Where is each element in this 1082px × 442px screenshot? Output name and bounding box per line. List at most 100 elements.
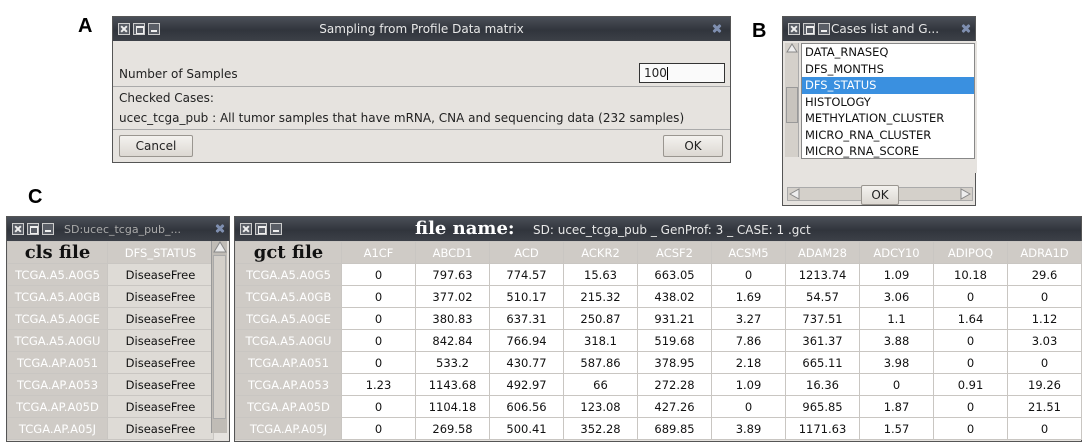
- table-cell[interactable]: 15.63: [563, 263, 638, 286]
- table-cell[interactable]: 66: [563, 373, 638, 396]
- column-header[interactable]: ADRA1D: [1007, 241, 1082, 264]
- pin-icon[interactable]: [959, 21, 973, 35]
- table-cell[interactable]: DiseaseFree: [107, 285, 214, 308]
- table-cell[interactable]: 0: [933, 395, 1008, 418]
- table-row[interactable]: TCGA.A5.A0G5 DiseaseFree: [7, 263, 214, 286]
- column-header[interactable]: ADAM28: [785, 241, 860, 264]
- cancel-button[interactable]: Cancel: [119, 135, 193, 157]
- table-row[interactable]: TCGA.A5.A0GB DiseaseFree: [7, 285, 214, 308]
- table-cell[interactable]: 1.87: [859, 395, 934, 418]
- table-cell[interactable]: 0: [933, 417, 1008, 440]
- table-cell[interactable]: 0: [341, 329, 416, 352]
- list-item[interactable]: MICRO_RNA_SCORE: [802, 143, 974, 160]
- table-row[interactable]: TCGA.AP.A05J DiseaseFree: [7, 417, 214, 440]
- table-row[interactable]: TCGA.A5.A0GU DiseaseFree: [7, 329, 214, 352]
- table-cell[interactable]: 3.89: [711, 417, 786, 440]
- table-cell[interactable]: 1171.63: [785, 417, 860, 440]
- table-cell[interactable]: 7.86: [711, 329, 786, 352]
- column-header[interactable]: ADCY10: [859, 241, 934, 264]
- table-cell[interactable]: 0: [933, 285, 1008, 308]
- table-cell[interactable]: 19.26: [1007, 373, 1082, 396]
- table-cell[interactable]: DiseaseFree: [107, 329, 214, 352]
- table-cell[interactable]: DiseaseFree: [107, 395, 214, 418]
- table-row[interactable]: TCGA.AP.A05J 0 269.58 500.41 352.28 689.85 3.8…: [235, 417, 1082, 440]
- table-cell[interactable]: 1.57: [859, 417, 934, 440]
- table-cell[interactable]: 438.02: [637, 285, 712, 308]
- table-cell[interactable]: 0: [1007, 417, 1082, 440]
- close-icon[interactable]: [788, 23, 800, 35]
- table-cell[interactable]: 380.83: [415, 307, 490, 330]
- table-cell[interactable]: 377.02: [415, 285, 490, 308]
- table-cell[interactable]: 21.51: [1007, 395, 1082, 418]
- column-header[interactable]: A1CF: [341, 241, 416, 264]
- table-cell[interactable]: 519.68: [637, 329, 712, 352]
- table-cell[interactable]: 3.03: [1007, 329, 1082, 352]
- table-cell[interactable]: 663.05: [637, 263, 712, 286]
- table-cell[interactable]: DiseaseFree: [107, 263, 214, 286]
- column-header[interactable]: ABCD1: [415, 241, 490, 264]
- table-cell[interactable]: 689.85: [637, 417, 712, 440]
- table-cell[interactable]: 123.08: [563, 395, 638, 418]
- column-header-dfs-status[interactable]: DFS_STATUS: [107, 241, 214, 264]
- cases-listbox[interactable]: DATA_RNASEQ DFS_MONTHS DFS_STATUS HISTOLOGY…: [801, 43, 975, 159]
- table-cell[interactable]: 378.95: [637, 351, 712, 374]
- table-cell[interactable]: DiseaseFree: [107, 373, 214, 396]
- table-row[interactable]: TCGA.A5.A0G5 0 797.63 774.57 15.63 663.05 0 121…: [235, 263, 1082, 286]
- table-cell[interactable]: 0: [711, 263, 786, 286]
- table-row[interactable]: TCGA.AP.A053 1.23 1143.68 492.97 66 272.28 1.0…: [235, 373, 1082, 396]
- vertical-scrollbar[interactable]: [211, 241, 227, 433]
- list-item[interactable]: HISTOLOGY: [802, 94, 974, 111]
- ok-button[interactable]: OK: [663, 135, 723, 157]
- table-cell[interactable]: 16.36: [785, 373, 860, 396]
- table-cell[interactable]: 1.09: [711, 373, 786, 396]
- table-cell[interactable]: DiseaseFree: [107, 307, 214, 330]
- vertical-scrollbar[interactable]: [785, 43, 799, 157]
- table-cell[interactable]: 352.28: [563, 417, 638, 440]
- table-cell[interactable]: 492.97: [489, 373, 564, 396]
- table-cell[interactable]: 1.69: [711, 285, 786, 308]
- scroll-thumb[interactable]: [786, 87, 798, 123]
- table-cell[interactable]: 842.84: [415, 329, 490, 352]
- table-cell[interactable]: 1.23: [341, 373, 416, 396]
- scroll-left-icon[interactable]: [789, 188, 801, 200]
- table-cell[interactable]: 427.26: [637, 395, 712, 418]
- table-cell[interactable]: 965.85: [785, 395, 860, 418]
- table-cell[interactable]: 215.32: [563, 285, 638, 308]
- maximize-icon[interactable]: [133, 23, 145, 35]
- list-item[interactable]: DATA_RNASEQ: [802, 44, 974, 61]
- table-cell[interactable]: 1.09: [859, 263, 934, 286]
- table-row[interactable]: TCGA.AP.A051 DiseaseFree: [7, 351, 214, 374]
- table-cell[interactable]: 0: [711, 395, 786, 418]
- table-cell[interactable]: 774.57: [489, 263, 564, 286]
- column-header[interactable]: ACKR2: [563, 241, 638, 264]
- table-cell[interactable]: 0.91: [933, 373, 1008, 396]
- table-cell[interactable]: 361.37: [785, 329, 860, 352]
- table-cell[interactable]: 606.56: [489, 395, 564, 418]
- scroll-up-icon[interactable]: [786, 43, 798, 53]
- table-cell[interactable]: 430.77: [489, 351, 564, 374]
- maximize-icon[interactable]: [27, 223, 39, 235]
- table-row[interactable]: TCGA.AP.A05D DiseaseFree: [7, 395, 214, 418]
- table-cell[interactable]: 500.41: [489, 417, 564, 440]
- table-cell[interactable]: DiseaseFree: [107, 417, 214, 440]
- table-cell[interactable]: 272.28: [637, 373, 712, 396]
- table-cell[interactable]: 1.64: [933, 307, 1008, 330]
- table-row[interactable]: TCGA.A5.A0GE 0 380.83 637.31 250.87 931.21 3.2…: [235, 307, 1082, 330]
- list-item[interactable]: DFS_STATUS: [802, 77, 974, 94]
- column-header[interactable]: ACSF2: [637, 241, 712, 264]
- table-row[interactable]: TCGA.A5.A0GU 0 842.84 766.94 318.1 519.68 7.86…: [235, 329, 1082, 352]
- table-cell[interactable]: 3.27: [711, 307, 786, 330]
- table-row[interactable]: TCGA.AP.A05D 0 1104.18 606.56 123.08 427.26 0 9…: [235, 395, 1082, 418]
- list-item[interactable]: DFS_MONTHS: [802, 61, 974, 78]
- table-cell[interactable]: 1.1: [859, 307, 934, 330]
- table-cell[interactable]: 0: [1007, 351, 1082, 374]
- num-samples-input[interactable]: 100: [639, 63, 725, 83]
- table-cell[interactable]: 0: [341, 351, 416, 374]
- table-cell[interactable]: 10.18: [933, 263, 1008, 286]
- table-cell[interactable]: 665.11: [785, 351, 860, 374]
- column-header[interactable]: ACD: [489, 241, 564, 264]
- close-icon[interactable]: [118, 23, 130, 35]
- table-cell[interactable]: 318.1: [563, 329, 638, 352]
- table-cell[interactable]: 0: [341, 307, 416, 330]
- table-cell[interactable]: DiseaseFree: [107, 351, 214, 374]
